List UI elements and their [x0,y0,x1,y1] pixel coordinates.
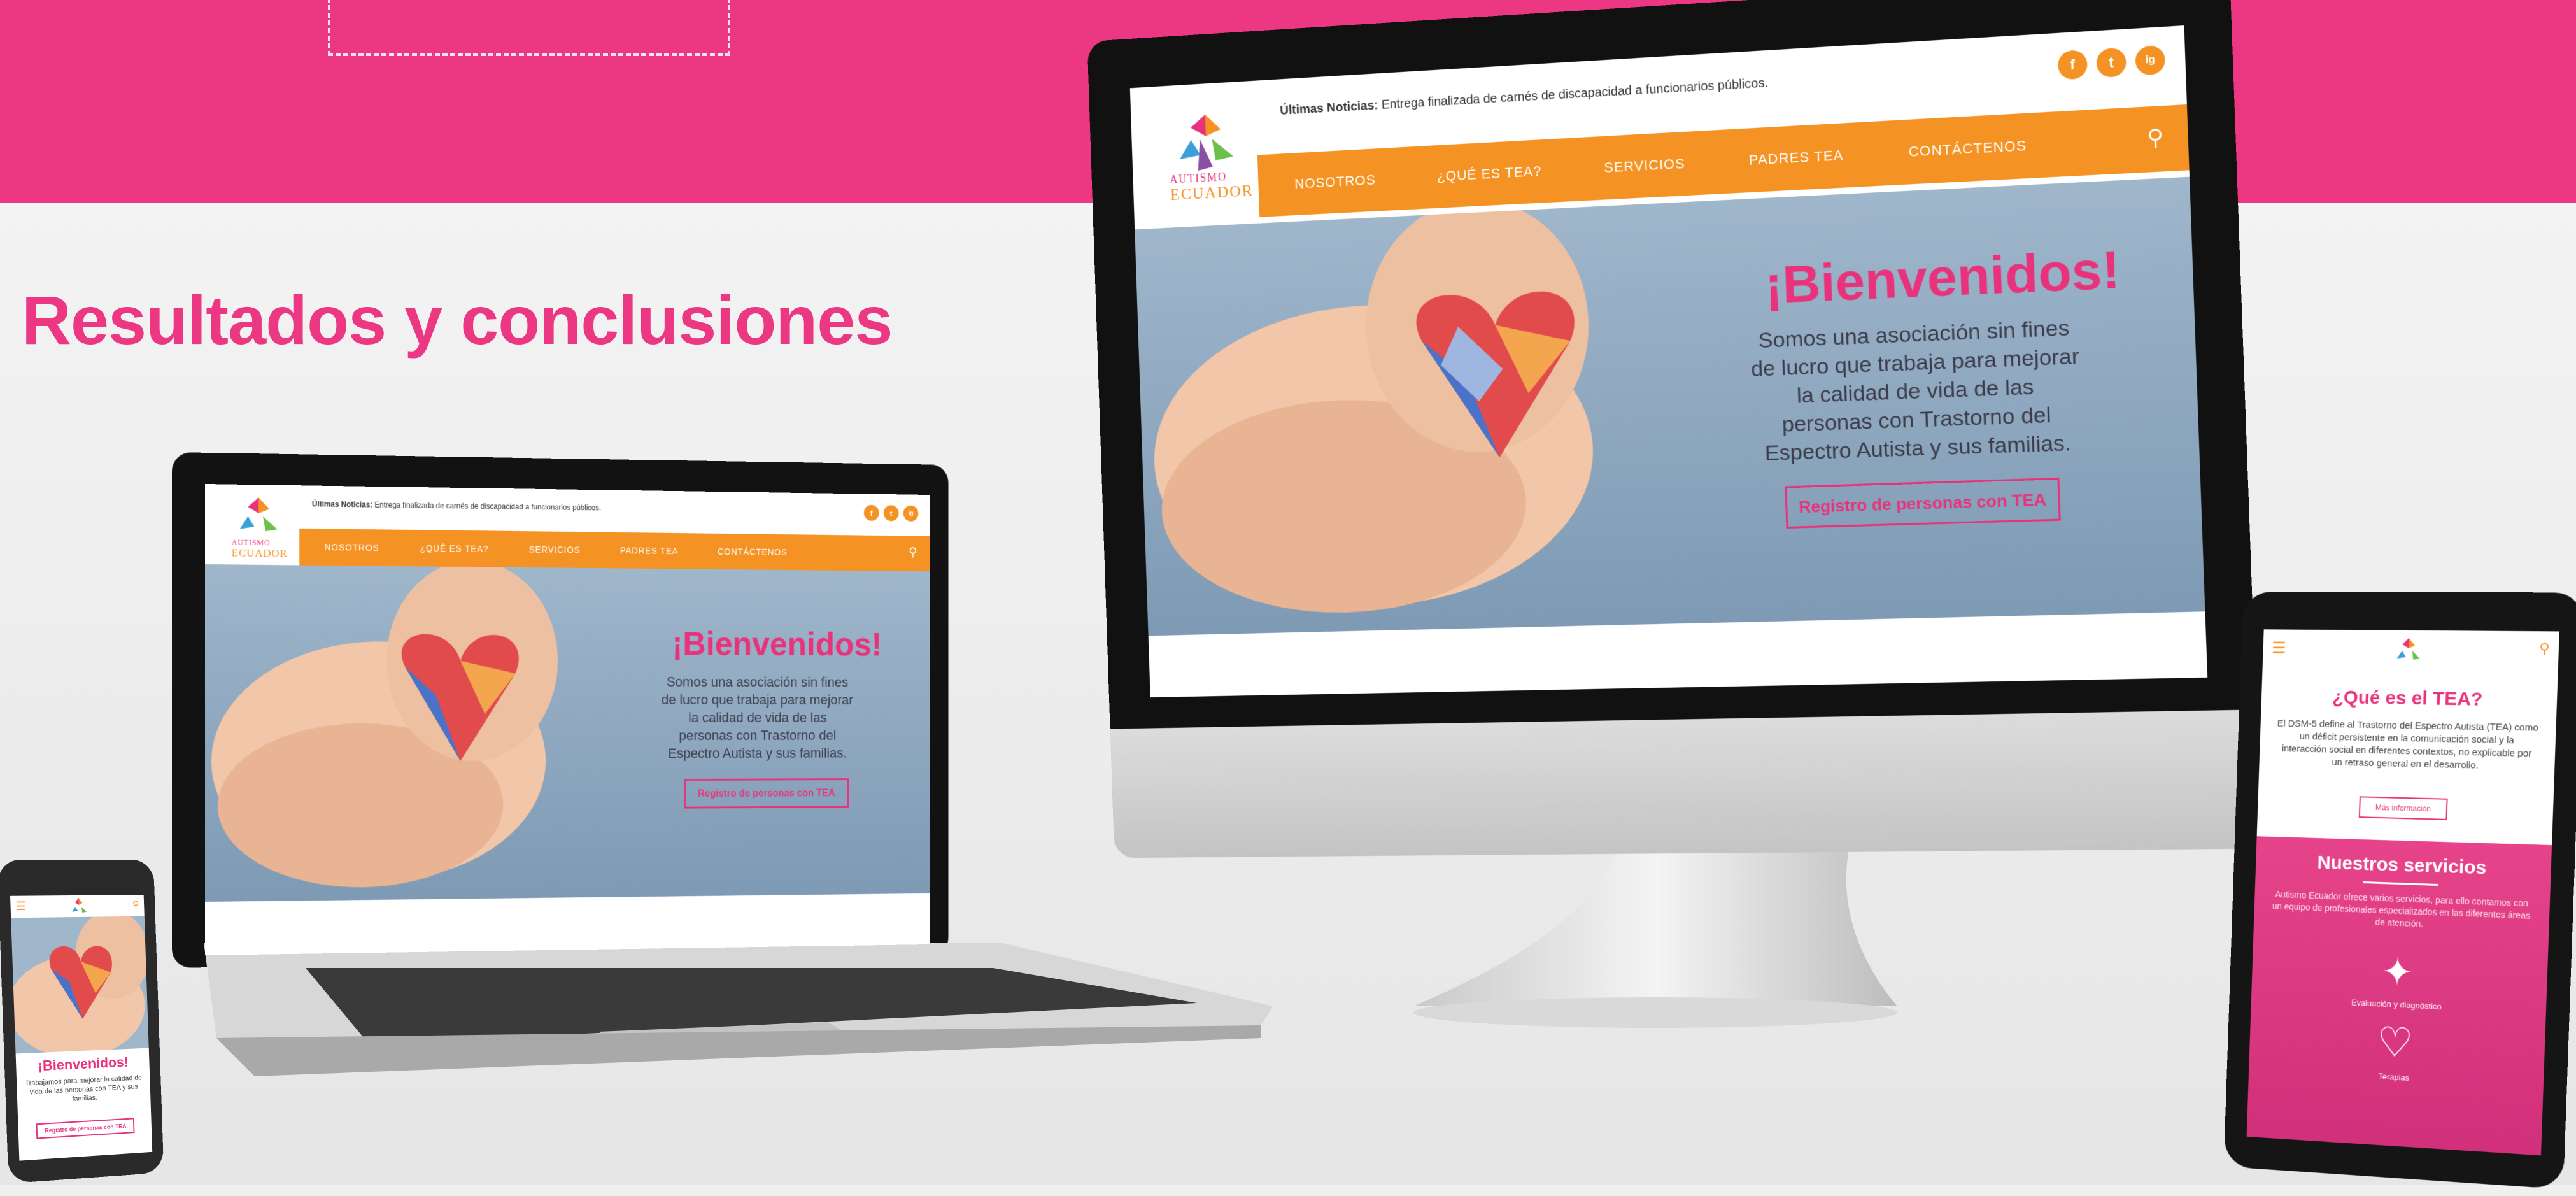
tablet-tea-text: El DSM-5 define al Trastorno del Espectr… [2277,718,2538,771]
laptop: AUTISMO ECUADOR Últimas Noticias: Entreg… [172,446,1280,1121]
phone-hero-title: ¡Bienvenidos! [38,1053,129,1074]
laptop-register-tea-button[interactable]: Registro de personas con TEA [684,778,849,809]
slide-headline: Resultados y conclusiones [22,281,893,359]
laptop-news-label: Últimas Noticias: [311,499,373,509]
tablet-tea-title: ¿Qué es el TEA? [2332,687,2484,710]
laptop-hero-banner: ¡Bienvenidos! Somos una asociación sin f… [205,564,930,902]
laptop-facebook-icon[interactable]: f [863,504,879,521]
site-logo[interactable]: AUTISMO ECUADOR [1154,99,1259,210]
laptop-twitter-icon[interactable]: t [883,505,899,522]
nav-item-que-es-tea[interactable]: ¿QUÉ ES TEA? [1436,163,1541,185]
hero-description: Somos una asociación sin fines de lucro … [1750,315,2080,466]
laptop-logo-text-bottom: ECUADOR [231,546,288,560]
laptop-nav-item-contactenos[interactable]: CONTÁCTENOS [718,546,788,557]
phone-hero-text: Trabajamos para mejorar la calidad de vi… [25,1074,143,1103]
hero-banner: ¡Bienvenidos! Somos una asociación sin f… [1135,176,2205,636]
register-tea-button[interactable]: Registro de personas con TEA [1785,477,2061,529]
twitter-icon[interactable]: t [2096,47,2127,78]
laptop-screen: AUTISMO ECUADOR Últimas Noticias: Entreg… [205,484,930,955]
laptop-site-logo[interactable]: AUTISMO ECUADOR [224,490,294,561]
laptop-instagram-icon[interactable]: ig [903,505,919,522]
laptop-main-nav: NOSOTROS ¿QUÉ ES TEA? SERVICIOS PADRES T… [299,528,930,572]
nav-item-contactenos[interactable]: CONTÁCTENOS [1908,138,2027,160]
facebook-icon[interactable]: f [2057,49,2088,80]
phone-search-icon[interactable]: ⚲ [132,899,139,910]
monitor-chin [1110,709,2261,858]
nav-item-padres-tea[interactable]: PADRES TEA [1748,147,1844,169]
tablet-screen: ☰ ⚲ ¿Qué es el TEA? El DSM-5 define al T… [2246,629,2559,1156]
laptop-search-icon[interactable]: ⚲ [909,545,917,560]
laptop-nav-item-nosotros[interactable]: NOSOTROS [325,542,379,553]
social-links: f t ig [2057,45,2166,80]
tablet-more-info-button[interactable]: Más información [2358,796,2448,820]
laptop-hero-description: Somos una asociación sin fines de lucro … [661,674,854,762]
tablet-services-section: Nuestros servicios Autismo Ecuador ofrec… [2246,836,2552,1156]
laptop-nav-item-padres-tea[interactable]: PADRES TEA [620,545,678,556]
laptop-hero-title: ¡Bienvenidos! [672,625,882,663]
phone-menu-icon[interactable]: ☰ [15,900,26,913]
laptop-social-links: f t ig [863,504,919,522]
nav-item-servicios[interactable]: SERVICIOS [1604,155,1685,176]
laptop-base [204,943,1273,1076]
laptop-nav-item-servicios[interactable]: SERVICIOS [529,545,581,555]
tablet-services-text: Autismo Ecuador ofrece varios servicios,… [2272,888,2531,929]
laptop-news-ticker[interactable]: Últimas Noticias: Entrega finalizada de … [312,499,601,512]
phone-hands-heart-image [11,916,149,1054]
instagram-icon[interactable]: ig [2135,45,2166,76]
tablet-logo-icon [2396,637,2420,660]
hero-title: ¡Bienvenidos! [1764,239,2121,315]
puzzle-piece-icon: ✦ [2381,950,2414,995]
phone-register-tea-button[interactable]: Registro de personas con TEA [36,1118,135,1139]
dashed-placeholder-box [328,0,730,56]
phone-logo-icon [72,897,87,913]
tablet-services-title: Nuestros servicios [2317,851,2487,879]
search-icon[interactable]: ⚲ [2146,124,2164,152]
nav-item-nosotros[interactable]: NOSOTROS [1294,172,1376,192]
tablet-search-icon[interactable]: ⚲ [2539,640,2550,657]
tablet-menu-icon[interactable]: ☰ [2272,638,2286,658]
phone: ☰ ⚲ ¡Bienvenidos! Trabajamos para mejora… [0,859,164,1184]
laptop-nav-item-que-es-tea[interactable]: ¿QUÉ ES TEA? [420,543,489,554]
phone-screen: ☰ ⚲ ¡Bienvenidos! Trabajamos para mejora… [10,895,153,1161]
logo-text-bottom: ECUADOR [1170,181,1254,204]
tablet: ☰ ⚲ ¿Qué es el TEA? El DSM-5 define al T… [2223,592,2576,1196]
tablet-services-divider [2363,881,2438,886]
heart-icon: ♡ [2376,1018,2414,1067]
laptop-news-text: Entrega finalizada de carnés de discapac… [374,500,602,513]
butterfly-logo-icon [1179,113,1234,171]
laptop-butterfly-logo-icon [239,497,278,532]
laptop-hands-heart-image [211,564,558,889]
desktop-screen: AUTISMO ECUADOR Últimas Noticias: Entreg… [1129,25,2208,698]
